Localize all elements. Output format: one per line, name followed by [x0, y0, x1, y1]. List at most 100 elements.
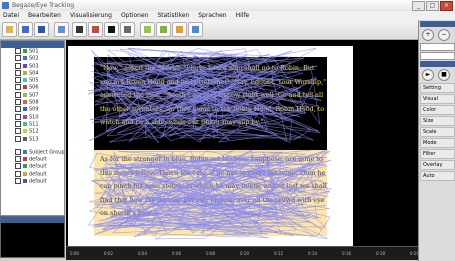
subject-tree-item[interactable]: S08 — [1, 99, 64, 106]
subject-checkbox[interactable] — [15, 99, 21, 106]
subject-tree-item[interactable]: default — [1, 163, 64, 170]
close-button[interactable]: × — [440, 1, 453, 11]
subject-checkbox[interactable] — [15, 62, 21, 69]
menu-item-statistiken[interactable]: Statistiken — [157, 11, 189, 20]
focus-map-button[interactable] — [104, 22, 119, 37]
subject-checkbox[interactable] — [15, 84, 21, 91]
save-as-button[interactable] — [34, 22, 49, 37]
subject-tree-item[interactable]: default — [1, 170, 64, 178]
subject-tree-item[interactable]: S09 — [1, 106, 64, 113]
subject-tree-item[interactable]: S04 — [1, 69, 64, 77]
subject-color-swatch — [23, 164, 27, 169]
settings-row[interactable]: Scale — [420, 127, 455, 137]
settings-row[interactable]: Color — [420, 105, 455, 115]
event-statistics-button[interactable] — [172, 22, 187, 37]
settings-row[interactable]: Mode — [420, 138, 455, 148]
scanpath-button[interactable] — [72, 22, 87, 37]
subject-label: S10 — [29, 114, 39, 121]
heatmap-button[interactable] — [88, 22, 103, 37]
subject-checkbox[interactable] — [15, 128, 21, 135]
subject-label: S08 — [29, 99, 39, 106]
subject-checkbox[interactable] — [15, 106, 21, 113]
subject-tree-item[interactable]: S10 — [1, 113, 64, 121]
subject-color-swatch — [23, 129, 27, 134]
aoi-button[interactable] — [120, 22, 135, 37]
subject-checkbox[interactable] — [15, 148, 21, 155]
settings-row[interactable]: Setting — [420, 83, 455, 93]
key-performance-button[interactable] — [156, 22, 171, 37]
zoom-in-button[interactable]: + — [422, 29, 434, 41]
menu-item-bearbeiten[interactable]: Bearbeiten — [28, 11, 61, 20]
minimize-button[interactable]: _ — [412, 1, 425, 11]
bee-swarm-button[interactable] — [140, 22, 155, 37]
subject-checkbox[interactable] — [15, 163, 21, 170]
timeline-tick-label: 0:10 — [240, 251, 249, 256]
subject-label: S01 — [29, 48, 39, 55]
open-button[interactable] — [2, 22, 17, 37]
stop-button[interactable]: ■ — [437, 69, 450, 81]
subject-label: S02 — [29, 55, 39, 62]
settings-row[interactable]: Size — [420, 116, 455, 126]
subject-label: S11 — [29, 121, 39, 128]
menu-item-visualisierung[interactable]: Visualisierung — [70, 11, 112, 20]
subject-tree-item[interactable]: Subject Group — [1, 148, 65, 156]
import-icon — [58, 26, 65, 33]
menu-item-sprachen[interactable]: Sprachen — [198, 11, 226, 20]
maximize-button[interactable]: □ — [426, 1, 439, 11]
subject-checkbox[interactable] — [15, 91, 21, 98]
menu-item-datei[interactable]: Datei — [3, 11, 19, 20]
subject-tree-item[interactable]: default — [1, 156, 64, 163]
subject-checkbox[interactable] — [15, 48, 21, 54]
subject-checkbox[interactable] — [15, 69, 21, 76]
subject-checkbox[interactable] — [15, 156, 21, 163]
subjects-tree: S01 S02 S03 S04 S05 S06 S07 S08 S09 S10 S11 S12 S13 S… — [1, 48, 64, 185]
subject-checkbox[interactable] — [15, 77, 21, 84]
timeline-tick-label: 0:18 — [376, 251, 385, 256]
settings-field[interactable] — [420, 43, 455, 51]
preview-panel — [0, 216, 65, 258]
zoom-out-button[interactable]: − — [437, 29, 450, 41]
settings-row[interactable]: Filter — [420, 149, 455, 159]
subject-color-swatch — [23, 136, 27, 141]
subject-label: Subject Group — [29, 149, 65, 156]
settings-row[interactable]: Auto — [420, 171, 455, 181]
subject-checkbox[interactable] — [15, 135, 21, 142]
subject-tree-item[interactable]: S12 — [1, 128, 64, 135]
subject-tree-item[interactable]: S07 — [1, 91, 64, 99]
subject-checkbox[interactable] — [15, 55, 21, 62]
heatmap-icon — [92, 26, 99, 33]
subject-tree-item[interactable]: S03 — [1, 62, 64, 70]
export-button[interactable] — [188, 22, 203, 37]
menu-item-optionen[interactable]: Optionen — [121, 11, 149, 20]
bee-swarm-icon — [144, 26, 151, 33]
subject-color-swatch — [23, 100, 27, 105]
save-button[interactable] — [18, 22, 33, 37]
play-button[interactable]: ► — [422, 69, 434, 81]
toolbar — [0, 20, 455, 40]
settings-field[interactable] — [420, 52, 455, 60]
subject-color-swatch — [23, 114, 27, 119]
timeline-bar[interactable]: 0:00 0:02 0:04 0:06 0:08 0:10 0:12 0:14 0:16 0:18… — [66, 246, 419, 260]
subject-tree-item[interactable]: S05 — [1, 77, 64, 84]
subject-tree-item[interactable]: S01 — [1, 48, 64, 55]
timeline-tick-label: 0:08 — [206, 251, 215, 256]
timeline-tick-label: 0:06 — [172, 251, 181, 256]
subject-checkbox[interactable] — [15, 113, 21, 120]
subject-tree-item[interactable]: S02 — [1, 55, 64, 62]
subject-checkbox[interactable] — [15, 178, 21, 185]
subject-color-swatch — [23, 56, 27, 61]
subject-color-swatch — [23, 107, 27, 112]
stimulus-text-paragraph-2: As for the stranger in blue, Robin set h… — [100, 155, 327, 218]
menu-item-hilfe[interactable]: Hilfe — [236, 11, 250, 20]
timeline-tick-label: 0:04 — [138, 251, 147, 256]
subject-checkbox[interactable] — [15, 170, 21, 177]
subject-checkbox[interactable] — [15, 120, 21, 127]
subject-tree-item[interactable]: S06 — [1, 84, 64, 91]
settings-row[interactable]: Visual — [420, 94, 455, 104]
subject-tree-item[interactable]: S11 — [1, 120, 64, 128]
settings-row[interactable]: Overlay — [420, 160, 455, 170]
subject-label: S13 — [29, 136, 39, 143]
import-button[interactable] — [54, 22, 69, 37]
subject-tree-item[interactable]: S13 — [1, 135, 64, 143]
subject-tree-item[interactable]: default — [1, 178, 64, 185]
